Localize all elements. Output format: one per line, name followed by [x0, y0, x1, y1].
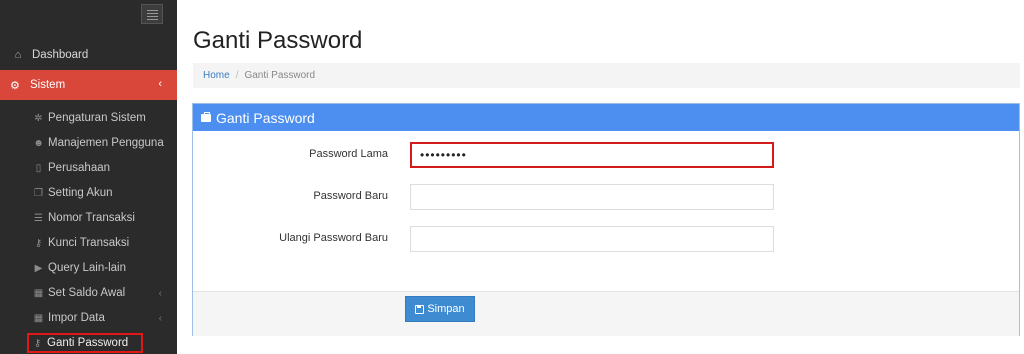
play-icon: ▶: [34, 262, 43, 274]
panel-header: Ganti Password: [193, 104, 1019, 131]
repeat-password-row: Ulangi Password Baru: [193, 226, 1021, 252]
sidebar-toggle-button[interactable]: [141, 4, 163, 24]
breadcrumb: Home / Ganti Password: [193, 63, 1020, 88]
new-password-field[interactable]: [410, 184, 774, 210]
gear-icon: ✲: [34, 112, 43, 124]
sidebar-item-label: Dashboard: [32, 49, 89, 61]
sidebar-item-label: Query Lain-lain: [48, 262, 126, 274]
breadcrumb-home-link[interactable]: Home: [203, 70, 230, 81]
sidebar-item-label: Kunci Transaksi: [48, 237, 130, 249]
sidebar-item-label: Ganti Password: [47, 337, 129, 349]
sidebar-item-label: Perusahaan: [48, 162, 111, 174]
sidebar-item-pengaturan-sistem[interactable]: ✲ Pengaturan Sistem: [0, 107, 177, 129]
save-button[interactable]: Simpan: [405, 296, 475, 322]
chevron-left-icon: ‹: [158, 312, 162, 324]
sidebar-item-label: Set Saldo Awal: [48, 287, 126, 299]
clipboard-icon: ▯: [35, 162, 42, 174]
sidebar-item-label: Sistem: [30, 79, 66, 91]
sidebar-item-set-saldo-awal[interactable]: ▦ Set Saldo Awal ‹: [0, 282, 177, 304]
home-icon: ⌂: [14, 49, 22, 61]
sidebar-item-impor-data[interactable]: ▦ Impor Data ‹: [0, 307, 177, 329]
sidebar-item-label: Manajemen Pengguna: [48, 137, 164, 149]
sidebar-item-label: Pengaturan Sistem: [48, 112, 146, 124]
breadcrumb-separator: /: [235, 70, 239, 81]
breadcrumb-current: Ganti Password: [244, 70, 316, 81]
sidebar-item-manajemen-pengguna[interactable]: ☻ Manajemen Pengguna: [0, 132, 177, 154]
sidebar-item-ganti-password[interactable]: ⚷ Ganti Password: [27, 333, 143, 353]
change-password-panel: Ganti Password Password Lama Password Ba…: [192, 103, 1020, 336]
new-password-label: Password Baru: [313, 190, 388, 202]
sidebar: ⌂ Dashboard ⚙ Sistem ‹ ✲ Pengaturan Sist…: [0, 0, 177, 354]
repeat-password-field[interactable]: [410, 226, 774, 252]
old-password-row: Password Lama: [193, 142, 1021, 168]
sidebar-item-label: Nomor Transaksi: [48, 212, 135, 224]
sidebar-item-nomor-transaksi[interactable]: ☰ Nomor Transaksi: [0, 207, 177, 229]
key-icon: ⚷: [33, 337, 42, 349]
sidebar-item-setting-akun[interactable]: ❐ Setting Akun: [0, 182, 177, 204]
sidebar-item-perusahaan[interactable]: ▯ Perusahaan: [0, 157, 177, 179]
sidebar-item-label: Setting Akun: [48, 187, 113, 199]
old-password-label: Password Lama: [309, 148, 388, 160]
list-icon: ☰: [34, 212, 43, 224]
sidebar-item-label: Impor Data: [48, 312, 105, 324]
sidebar-item-query-lain-lain[interactable]: ▶ Query Lain-lain: [0, 257, 177, 279]
sidebar-item-kunci-transaksi[interactable]: ⚷ Kunci Transaksi: [0, 232, 177, 254]
sidebar-item-dashboard[interactable]: ⌂ Dashboard: [0, 44, 177, 66]
sidebar-item-sistem[interactable]: ⚙ Sistem ‹: [0, 70, 177, 100]
calculator-icon: ▦: [33, 312, 44, 324]
users-icon: ☻: [33, 137, 44, 149]
cogs-icon: ⚙: [10, 79, 20, 92]
old-password-field[interactable]: [410, 142, 774, 168]
repeat-password-label: Ulangi Password Baru: [279, 232, 388, 244]
copy-icon: ❐: [34, 187, 43, 199]
briefcase-icon: [201, 111, 211, 122]
chevron-left-icon: ‹: [158, 78, 162, 90]
chevron-left-icon: ‹: [158, 287, 162, 299]
page-title: Ganti Password: [193, 27, 363, 54]
floppy-disk-icon: [415, 304, 425, 314]
panel-title: Ganti Password: [216, 109, 315, 126]
new-password-row: Password Baru: [193, 184, 1021, 210]
save-button-label: Simpan: [427, 303, 465, 315]
calculator-icon: ▦: [33, 287, 44, 299]
panel-footer: Simpan: [193, 291, 1019, 336]
key-icon: ⚷: [34, 237, 43, 249]
